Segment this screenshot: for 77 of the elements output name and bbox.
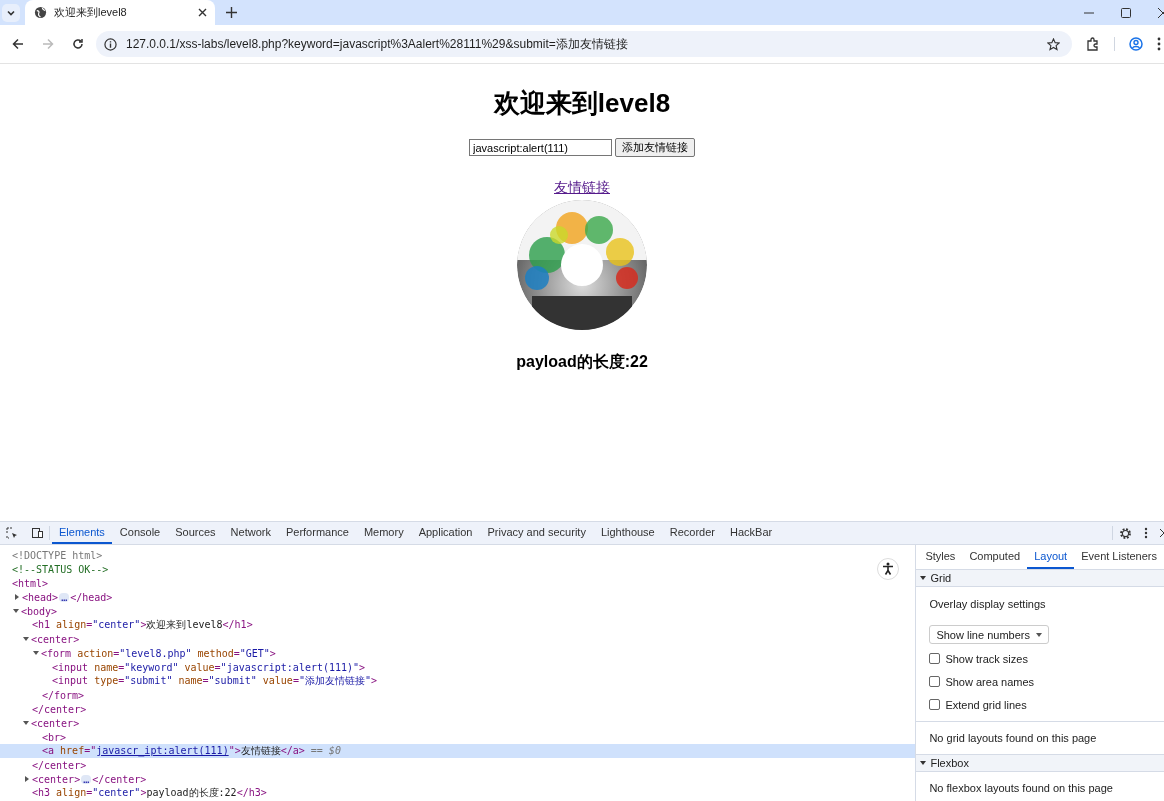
dom-node-line[interactable]: </form>	[42, 689, 85, 701]
sidebar-tab[interactable]: Computed	[962, 545, 1028, 569]
section-title: Grid	[930, 572, 952, 584]
sidebar-tab[interactable]: Styles	[918, 545, 963, 569]
devtools-tab[interactable]: Sources	[168, 522, 223, 544]
devtools-tab[interactable]: Privacy and security	[480, 522, 593, 544]
checkbox-label[interactable]: Show area names	[945, 675, 1035, 688]
dom-node-line[interactable]: <h3 align="center">payload的长度:22</h3>	[32, 786, 267, 800]
line-numbers-dropdown[interactable]: Show line numbers	[929, 625, 1049, 644]
dom-node-line[interactable]: <input type="submit" name="submit" value="添加友情链接">	[52, 674, 377, 688]
dom-node-line[interactable]: <br>	[42, 731, 67, 743]
expand-arrow-icon[interactable]	[23, 637, 29, 641]
dom-node-line[interactable]: <!DOCTYPE html>	[12, 549, 103, 561]
dom-node-line[interactable]: </center>	[32, 703, 87, 715]
accessibility-icon[interactable]	[877, 558, 900, 580]
dom-node-line[interactable]: <input name="keyword" value="javascript:alert(111)">	[52, 661, 366, 673]
keyword-input[interactable]: javascript:alert(111)	[469, 139, 612, 156]
reload-icon[interactable]	[72, 38, 84, 50]
dom-node-line[interactable]: <h1 align="center">欢迎来到level8</h1>	[32, 618, 253, 632]
expand-arrow-icon[interactable]	[25, 776, 29, 782]
friend-link[interactable]: 友情链接	[554, 179, 610, 197]
empty-message: No flexbox layouts found on this page	[916, 772, 1164, 801]
devtools-tab[interactable]: Application	[411, 522, 480, 544]
profile-icon[interactable]	[1129, 37, 1143, 51]
devtools-tab[interactable]: Recorder	[662, 522, 722, 544]
tab-title: 欢迎来到level8	[54, 5, 128, 20]
dom-node-line[interactable]: <html>	[12, 577, 49, 589]
devtools-tab[interactable]: Memory	[356, 522, 411, 544]
new-tab-icon[interactable]	[226, 7, 237, 18]
dom-node-line[interactable]: <center>	[31, 633, 80, 645]
dom-node-line[interactable]: <!--STATUS OK-->	[12, 563, 109, 575]
checkbox[interactable]	[929, 653, 941, 664]
close-icon[interactable]	[198, 8, 207, 17]
browser-tab[interactable]: 欢迎来到level8	[25, 0, 215, 25]
globe-icon	[34, 6, 47, 19]
checkbox-label[interactable]: Show track sizes	[945, 652, 1028, 665]
payload-length-text: payload的长度:22	[516, 352, 648, 372]
devtools-tab[interactable]: Network	[223, 522, 278, 544]
checkbox[interactable]	[929, 699, 941, 710]
expand-arrow-icon[interactable]	[15, 594, 19, 600]
dom-node-line[interactable]: <body>	[21, 605, 58, 617]
expand-arrow-icon[interactable]	[33, 651, 39, 655]
expand-arrow-icon[interactable]	[23, 721, 29, 725]
devtools-tab[interactable]: Performance	[278, 522, 356, 544]
caret-icon	[1035, 632, 1042, 637]
dom-node-line[interactable]: </center>	[32, 759, 87, 771]
menu-icon[interactable]	[1157, 37, 1161, 51]
devtools-tab[interactable]: Console	[112, 522, 168, 544]
dom-node-line[interactable]: <head> … </head>	[22, 591, 113, 603]
maximize-icon[interactable]	[1121, 7, 1131, 18]
settings-icon[interactable]	[1119, 526, 1132, 540]
sidebar-tab[interactable]: Event Listeners	[1074, 545, 1164, 569]
puzzle-icon[interactable]	[1086, 37, 1100, 51]
back-arrow-icon[interactable]	[12, 38, 24, 50]
dom-node-line[interactable]: <center>	[31, 717, 80, 729]
more-icon[interactable]	[1144, 527, 1148, 539]
dom-node-line[interactable]: <form action="level8.php" method="GET">	[41, 647, 276, 659]
devtools-tab[interactable]: Lighthouse	[593, 522, 662, 544]
info-icon[interactable]	[104, 37, 117, 51]
submit-button[interactable]: 添加友情链接	[615, 138, 695, 157]
inspect-icon[interactable]	[6, 527, 18, 539]
star-icon[interactable]	[1047, 37, 1060, 51]
devtools-tab[interactable]: Elements	[52, 522, 112, 544]
dom-node-line[interactable]: <center> … </center>	[32, 773, 147, 785]
page-heading: 欢迎来到level8	[493, 87, 671, 120]
close-icon[interactable]	[1158, 7, 1164, 18]
settings-heading: Overlay display settings	[929, 598, 1047, 612]
tab-list-icon[interactable]	[2, 3, 20, 22]
close-icon[interactable]	[1160, 529, 1164, 537]
expand-arrow-icon[interactable]	[13, 609, 19, 613]
section-header[interactable]: Grid	[916, 570, 1164, 587]
section-header[interactable]: Flexbox	[916, 755, 1164, 772]
device-icon[interactable]	[30, 527, 43, 539]
checkbox-label[interactable]: Extend grid lines	[945, 698, 1027, 711]
checkbox[interactable]	[929, 676, 941, 687]
devtools-tab[interactable]: HackBar	[723, 522, 780, 544]
section-title: Flexbox	[930, 757, 969, 769]
